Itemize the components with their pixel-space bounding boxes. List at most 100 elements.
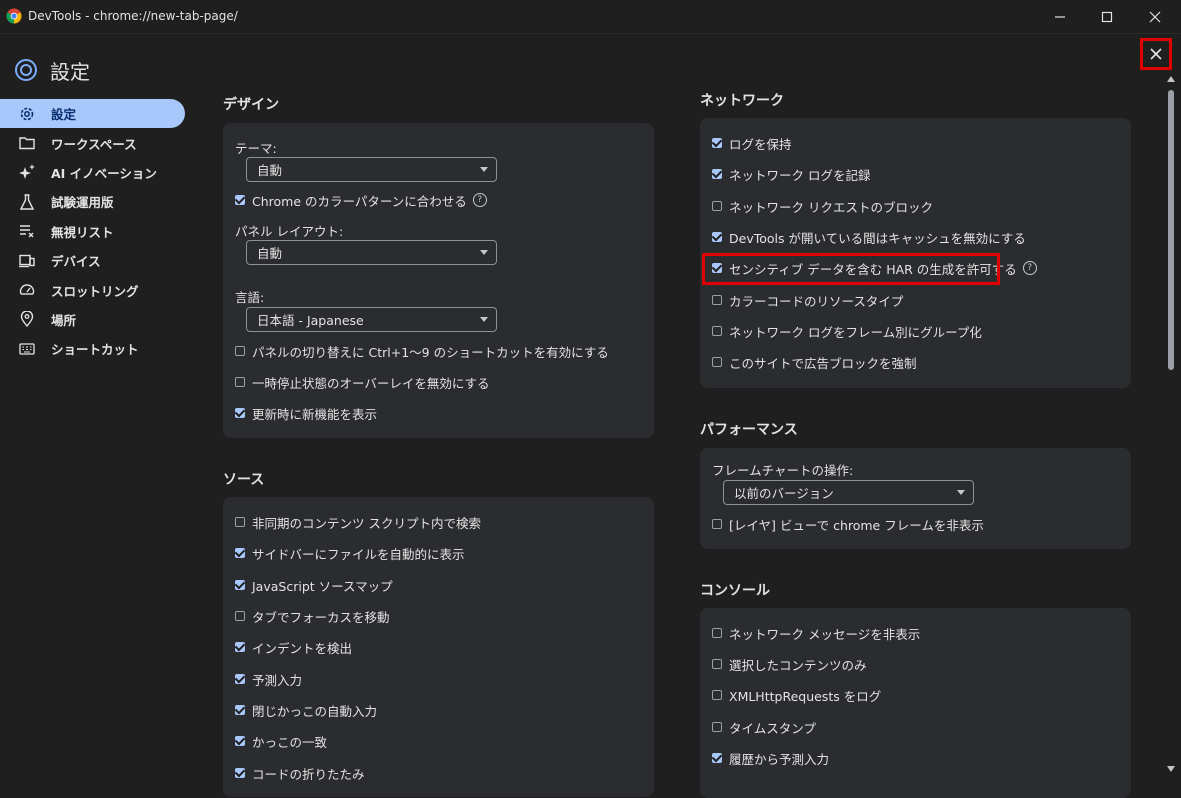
sidebar-item-devices[interactable]: デバイス	[0, 246, 186, 275]
chevron-down-icon	[480, 250, 488, 255]
minimize-button[interactable]	[1037, 0, 1083, 33]
help-circle-icon[interactable]: ?	[1022, 261, 1037, 275]
sidebar-item-experiments[interactable]: 試験運用版	[0, 187, 186, 216]
language-select[interactable]: 日本語 - Japanese	[246, 307, 497, 332]
checkbox-row[interactable]: 非同期のコンテンツ スクリプト内で検索	[235, 512, 481, 532]
window-close-button[interactable]	[1132, 0, 1178, 33]
flamechart-select[interactable]: 以前のバージョン	[723, 480, 974, 505]
scrollbar[interactable]	[1166, 76, 1176, 780]
scroll-up-arrow-icon[interactable]	[1167, 76, 1175, 82]
checkbox[interactable]	[712, 326, 722, 336]
checkbox-row[interactable]: このサイトで広告ブロックを強制	[712, 352, 917, 372]
checkbox-row[interactable]: コードの折りたたみ	[235, 763, 365, 783]
checkbox[interactable]	[712, 138, 722, 148]
checkbox[interactable]	[712, 659, 722, 669]
maximize-button[interactable]	[1084, 0, 1130, 33]
panel-layout-select[interactable]: 自動	[246, 240, 497, 265]
help-circle-icon[interactable]: ?	[472, 193, 487, 207]
checkbox-row[interactable]: [レイヤ] ビューで chrome フレームを非表示	[712, 514, 984, 534]
sidebar-item-ignore-list[interactable]: 無視リスト	[0, 217, 186, 246]
gear-icon	[18, 105, 36, 123]
checkbox[interactable]	[235, 768, 245, 778]
section-title-network: ネットワーク	[700, 93, 784, 109]
sidebar-item-throttling[interactable]: スロットリング	[0, 275, 186, 304]
sidebar-item-workspace[interactable]: ワークスペース	[0, 128, 186, 157]
checkbox-row[interactable]: XMLHttpRequests をログ	[712, 685, 881, 705]
match-color-checkbox[interactable]	[235, 195, 245, 205]
settings-title: 設定	[50, 59, 90, 84]
checkbox-label: DevTools が開いている間はキャッシュを無効にする	[729, 230, 1026, 246]
checkbox-row[interactable]: インデントを検出	[235, 637, 352, 657]
language-select-value: 日本語 - Japanese	[257, 313, 364, 328]
checkbox-row[interactable]: サイドバーにファイルを自動的に表示	[235, 543, 465, 563]
checkbox[interactable]	[235, 580, 245, 590]
checkbox-row[interactable]: 閉じかっこの自動入力	[235, 700, 377, 720]
settings-close-button[interactable]	[1140, 38, 1172, 70]
checkbox-label: サイドバーにファイルを自動的に表示	[252, 546, 465, 562]
checkbox[interactable]	[712, 232, 722, 242]
panel-layout-label: パネル レイアウト:	[235, 224, 344, 239]
settings-header: 設定	[14, 55, 90, 85]
checkbox-row[interactable]: ネットワーク メッセージを非表示	[712, 623, 920, 643]
checkbox-row[interactable]: 更新時に新機能を表示	[235, 403, 377, 423]
checkbox-row[interactable]: かっこの一致	[235, 731, 327, 751]
checkbox-row[interactable]: 一時停止状態のオーバーレイを無効にする	[235, 372, 490, 392]
checkbox-row[interactable]: DevTools が開いている間はキャッシュを無効にする	[712, 227, 1026, 247]
checkbox[interactable]	[235, 548, 245, 558]
checkbox-row[interactable]: 履歴から予測入力	[712, 748, 829, 768]
ignore-list-icon	[18, 222, 36, 240]
sidebar-item-locations[interactable]: 場所	[0, 305, 186, 334]
checkbox-row[interactable]: カラーコードのリソースタイプ	[712, 290, 903, 310]
checkbox-label: このサイトで広告ブロックを強制	[729, 355, 917, 371]
checkbox-row[interactable]: JavaScript ソースマップ	[235, 575, 393, 595]
checkbox-row[interactable]: パネルの切り替えに Ctrl+1〜9 のショートカットを有効にする	[235, 341, 609, 361]
checkbox[interactable]	[235, 346, 245, 356]
sidebar-item-shortcuts[interactable]: ショートカット	[0, 334, 186, 363]
checkbox-row[interactable]: ネットワーク ログを記録	[712, 164, 870, 184]
console-card: ネットワーク メッセージを非表示 選択したコンテンツのみ XMLHttpRequ…	[700, 608, 1131, 798]
sidebar-item-label: 試験運用版	[51, 195, 114, 211]
checkbox[interactable]	[235, 408, 245, 418]
checkbox-row[interactable]: 予測入力	[235, 669, 302, 689]
match-color-checkbox-row[interactable]: Chrome のカラーパターンに合わせる ?	[235, 190, 487, 210]
checkbox[interactable]	[712, 690, 722, 700]
checkbox[interactable]	[235, 377, 245, 387]
checkbox[interactable]	[712, 628, 722, 638]
checkbox-label: ネットワーク ログをフレーム別にグループ化	[729, 324, 982, 340]
checkbox-label: インデントを検出	[252, 640, 353, 656]
sidebar-item-ai-innovation[interactable]: AI イノベーション	[0, 158, 186, 187]
checkbox-row[interactable]: 選択したコンテンツのみ	[712, 654, 867, 674]
checkbox-label: ログを保持	[729, 136, 792, 152]
keyboard-icon	[18, 340, 36, 358]
chevron-down-icon	[480, 167, 488, 172]
checkbox-label: 履歴から予測入力	[729, 751, 830, 767]
checkbox-row[interactable]: ネットワーク ログをフレーム別にグループ化	[712, 321, 982, 341]
checkbox[interactable]	[712, 519, 722, 529]
section-title-performance: パフォーマンス	[700, 422, 798, 438]
checkbox-row[interactable]: タイムスタンプ	[712, 717, 816, 737]
chevron-down-icon	[480, 317, 488, 322]
checkbox-label: 選択したコンテンツのみ	[729, 657, 867, 673]
checkbox-label: 一時停止状態のオーバーレイを無効にする	[252, 375, 490, 391]
checkbox[interactable]	[235, 736, 245, 746]
checkbox[interactable]	[235, 674, 245, 684]
scroll-down-arrow-icon[interactable]	[1167, 766, 1175, 772]
scrollbar-thumb[interactable]	[1168, 90, 1174, 370]
checkbox[interactable]	[712, 201, 722, 211]
checkbox-row[interactable]: ネットワーク リクエストのブロック	[712, 196, 933, 216]
section-title-design: デザイン	[223, 97, 279, 113]
checkbox[interactable]	[712, 357, 722, 367]
checkbox-row[interactable]: タブでフォーカスを移動	[235, 606, 390, 626]
checkbox-row[interactable]: ログを保持	[712, 133, 792, 153]
checkbox[interactable]	[712, 722, 722, 732]
sidebar-item-settings[interactable]: 設定	[0, 99, 185, 129]
checkbox[interactable]	[712, 169, 722, 179]
checkbox[interactable]	[235, 642, 245, 652]
checkbox[interactable]	[235, 517, 245, 527]
checkbox[interactable]	[712, 753, 722, 763]
theme-select[interactable]: 自動	[246, 157, 497, 182]
checkbox[interactable]	[235, 611, 245, 621]
flamechart-label: フレームチャートの操作:	[712, 463, 854, 478]
checkbox[interactable]	[712, 295, 722, 305]
checkbox[interactable]	[235, 705, 245, 715]
